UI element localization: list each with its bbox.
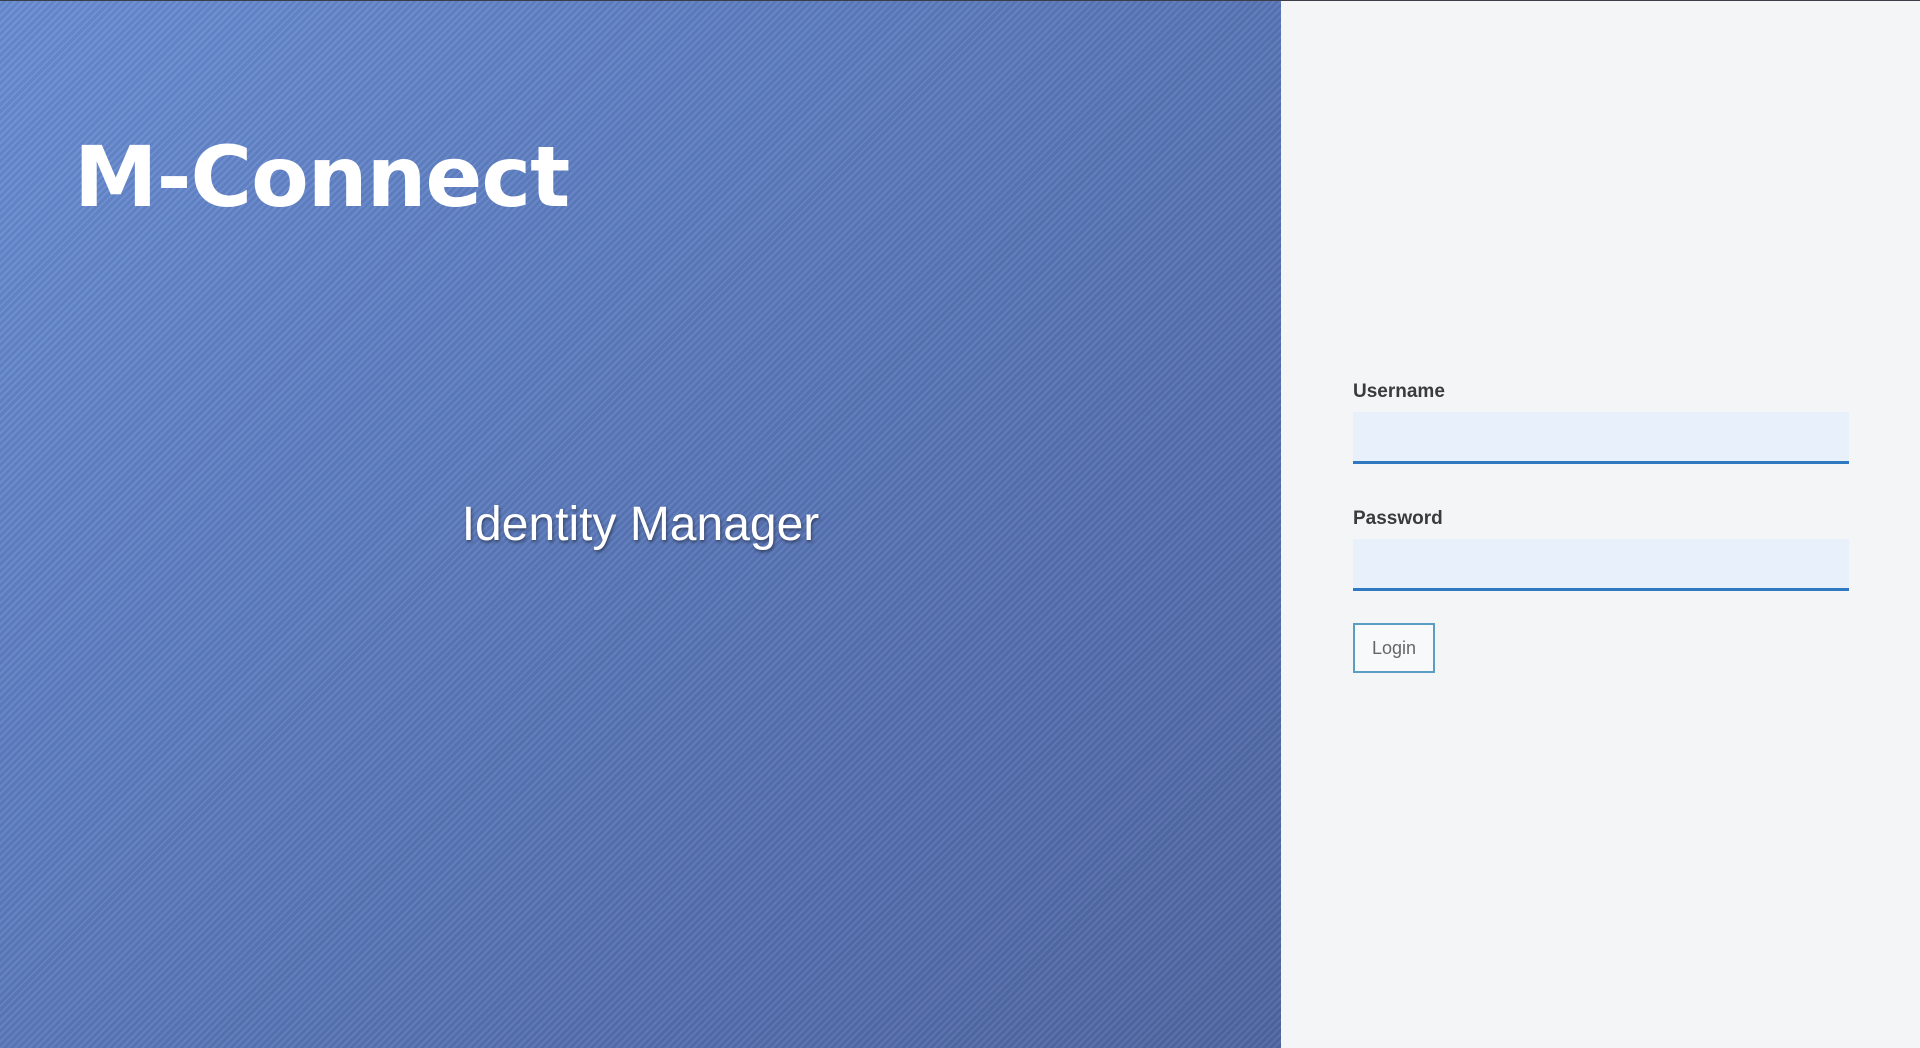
- app-subtitle: Identity Manager: [461, 498, 820, 551]
- hero-panel: M-Connect Identity Manager: [0, 1, 1281, 1048]
- login-page: M-Connect Identity Manager Username Pass…: [0, 0, 1920, 1048]
- password-label: Password: [1353, 508, 1443, 529]
- login-button[interactable]: Login: [1353, 623, 1436, 673]
- brand-logo: M-Connect: [74, 128, 570, 226]
- username-input[interactable]: [1353, 412, 1849, 464]
- password-input[interactable]: [1353, 539, 1849, 591]
- login-panel: Username Password Login: [1281, 1, 1920, 1048]
- login-form: Username Password Login: [1353, 381, 1849, 673]
- username-label: Username: [1353, 381, 1445, 402]
